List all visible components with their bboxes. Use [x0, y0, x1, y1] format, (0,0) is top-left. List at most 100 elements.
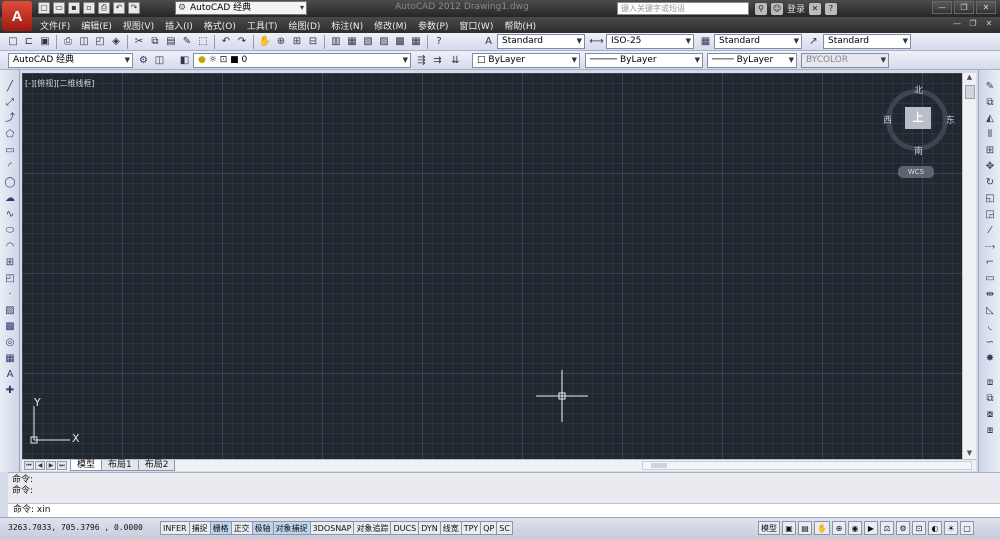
steeringwheel-icon[interactable]: ◉	[847, 521, 862, 535]
erase-icon[interactable]: ✎	[983, 80, 997, 94]
dim-style-select[interactable]: ISO-25 ▼	[606, 34, 694, 49]
viewcube-top-face[interactable]: 上	[905, 107, 931, 129]
menu-item[interactable]: 编辑(E)	[81, 19, 123, 32]
quick-view-drawings-icon[interactable]: ▤	[798, 521, 812, 535]
draw-order-icon[interactable]: ⧈	[983, 376, 997, 390]
sheet-set-icon[interactable]: ▨	[377, 35, 391, 49]
mleader-style-select[interactable]: Standard ▼	[823, 34, 911, 49]
send-to-back-icon[interactable]: ⧇	[983, 408, 997, 422]
scroll-thumb[interactable]	[965, 85, 975, 99]
help-icon[interactable]: ?	[825, 2, 838, 15]
menu-item[interactable]: 标注(N)	[331, 19, 374, 32]
tab-model[interactable]: 模型	[70, 460, 103, 471]
workspace-select[interactable]: ⚙ AutoCAD 经典 ▾	[175, 1, 307, 15]
pan-icon[interactable]: ✋	[814, 521, 830, 535]
menu-item[interactable]: 文件(F)	[40, 19, 81, 32]
status-toggle[interactable]: INFER	[160, 521, 190, 535]
layer-select[interactable]: ● ☼ ⊡ ■ 0 ▼	[193, 53, 411, 68]
status-toggle[interactable]: 3DOSNAP	[309, 521, 355, 535]
coordinate-readout[interactable]: 3263.7033, 705.3796 , 0.0000	[8, 523, 143, 532]
pan-icon[interactable]: ✋	[258, 35, 272, 49]
status-toggle[interactable]: DUCS	[390, 521, 420, 535]
save-as-icon[interactable]: ▫	[83, 2, 95, 14]
extend-icon[interactable]: ⤏	[983, 240, 997, 254]
trim-icon[interactable]: ⁄	[983, 224, 997, 238]
redo-icon[interactable]: ↷	[235, 35, 249, 49]
multiline-text-icon[interactable]: A	[3, 368, 17, 382]
new-icon[interactable]: ▢	[38, 2, 50, 14]
doc-minimize-button[interactable]: —	[950, 18, 964, 30]
layer-previous-icon[interactable]: ⇉	[430, 53, 445, 68]
menu-item[interactable]: 视图(V)	[123, 19, 165, 32]
mirror-icon[interactable]: ◭	[983, 112, 997, 126]
table-style-select[interactable]: Standard ▼	[714, 34, 802, 49]
point-icon[interactable]: ·	[3, 288, 17, 302]
scroll-down-icon[interactable]: ▼	[963, 449, 976, 459]
drawing-canvas[interactable]: [-][俯视][二维线框] 上 北 南 东 西 WCS Y X	[22, 73, 962, 459]
annotation-scale-icon[interactable]: ⚖	[879, 521, 894, 535]
doc-restore-button[interactable]: ❐	[966, 18, 980, 30]
color-select[interactable]: □ ByLayer ▼	[472, 53, 580, 68]
save-icon[interactable]: ▪	[68, 2, 80, 14]
first-tab-icon[interactable]: ⏮	[24, 461, 34, 470]
publish-icon[interactable]: ◰	[93, 35, 107, 49]
status-toggle[interactable]: 正交	[230, 521, 253, 535]
application-menu-button[interactable]: A	[2, 1, 32, 31]
zoom-realtime-icon[interactable]: ⊕	[274, 35, 288, 49]
compass-east[interactable]: 东	[946, 113, 955, 126]
undo-icon[interactable]: ↶	[219, 35, 233, 49]
offset-icon[interactable]: ⫴	[983, 128, 997, 142]
insert-block-icon[interactable]: ⊞	[3, 256, 17, 270]
zoom-icon[interactable]: ⊕	[831, 521, 846, 535]
break-at-point-icon[interactable]: ⌐	[983, 256, 997, 270]
join-icon[interactable]: ⇹	[983, 288, 997, 302]
region-icon[interactable]: ◎	[3, 336, 17, 350]
compass-west[interactable]: 西	[883, 113, 892, 126]
tool-palettes-icon[interactable]: ▧	[361, 35, 375, 49]
horizontal-scrollbar[interactable]	[642, 461, 972, 470]
blend-curves-icon[interactable]: ∽	[983, 336, 997, 350]
menu-item[interactable]: 工具(T)	[247, 19, 289, 32]
quick-view-layouts-icon[interactable]: ▣	[782, 521, 796, 535]
polyline-icon[interactable]: ⤴	[3, 112, 17, 126]
open-icon[interactable]: ▭	[53, 2, 65, 14]
exchange-icon[interactable]: ✕	[809, 2, 822, 15]
match-properties-icon[interactable]: ✎	[180, 35, 194, 49]
lock-icon[interactable]: ⊡	[911, 521, 926, 535]
scale-icon[interactable]: ◱	[983, 192, 997, 206]
hardware-acceleration-icon[interactable]: ☀	[943, 521, 958, 535]
menu-item[interactable]: 窗口(W)	[459, 19, 504, 32]
workspace-select-2[interactable]: AutoCAD 经典 ▼	[8, 53, 133, 68]
close-button[interactable]: ✕	[976, 1, 996, 14]
status-toggle[interactable]: SC	[496, 521, 513, 535]
fillet-icon[interactable]: ◟	[983, 320, 997, 334]
status-toggle[interactable]: TPY	[460, 521, 482, 535]
make-current-layer-icon[interactable]: ⇶	[414, 53, 429, 68]
polygon-icon[interactable]: ⬠	[3, 128, 17, 142]
command-line-input[interactable]: 命令: xin	[8, 503, 1000, 517]
viewcube[interactable]: 上 北 南 东 西	[880, 83, 956, 159]
user-icon[interactable]: ☺	[771, 2, 783, 15]
circle-icon[interactable]: ◯	[3, 176, 17, 190]
workspace-settings-icon[interactable]: ⚙	[136, 53, 151, 68]
block-editor-icon[interactable]: ⬚	[196, 35, 210, 49]
menu-item[interactable]: 帮助(H)	[504, 19, 547, 32]
compass-south[interactable]: 南	[914, 144, 923, 157]
open-icon[interactable]: ⊏	[22, 35, 36, 49]
showmotion-icon[interactable]: ▶	[863, 521, 878, 535]
properties-icon[interactable]: ▥	[329, 35, 343, 49]
status-toggle[interactable]: DYN	[418, 521, 441, 535]
spline-icon[interactable]: ∿	[3, 208, 17, 222]
menu-item[interactable]: 插入(I)	[165, 19, 204, 32]
doc-close-button[interactable]: ✕	[982, 18, 996, 30]
layer-properties-icon[interactable]: ◧	[177, 53, 192, 68]
binoculars-icon[interactable]: ⚲	[755, 2, 767, 15]
wcs-menu[interactable]: WCS	[898, 166, 934, 178]
plot-style-select[interactable]: BYCOLOR ▼	[801, 53, 889, 68]
copy-icon[interactable]: ⧉	[148, 35, 162, 49]
line-icon[interactable]: ╱	[3, 80, 17, 94]
add-selected-icon[interactable]: ✚	[3, 384, 17, 398]
workspace-switch-icon[interactable]: ⚙	[895, 521, 910, 535]
plot-icon[interactable]: ⎙	[98, 2, 110, 14]
rectangle-icon[interactable]: ▭	[3, 144, 17, 158]
